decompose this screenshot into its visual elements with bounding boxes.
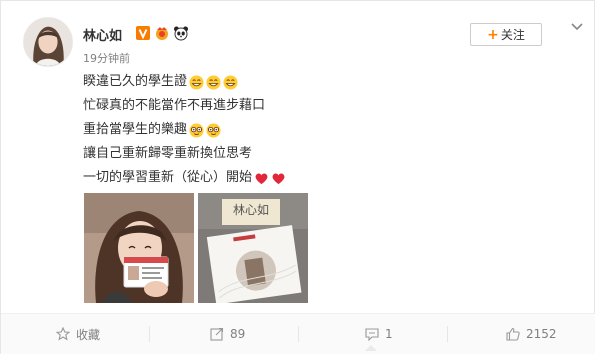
like-count: 2152 (526, 327, 557, 341)
like-button[interactable]: 2152 (506, 314, 557, 354)
author-badges (135, 25, 189, 41)
post-line-text: 讓自己重新歸零重新換位思考 (83, 146, 253, 161)
nerd-emoji-icon (206, 122, 221, 138)
panda-icon[interactable] (173, 25, 189, 41)
post-line: 一切的學習重新（從心）開始 (83, 166, 286, 190)
follow-label: 关注 (500, 28, 525, 42)
weibo-post-card: 林心如 19分钟前 + 关注 睽違已久的學生證 忙碌真的不能當作不再進步藉口 重… (0, 0, 595, 354)
comment-indicator-arrow (365, 345, 377, 351)
nerd-emoji-icon (189, 122, 204, 138)
avatar-image (24, 18, 72, 66)
post-timestamp[interactable]: 19分钟前 (83, 50, 130, 66)
photo-caption-text: 林心如 (232, 203, 269, 217)
author-name[interactable]: 林心如 (83, 25, 122, 44)
comment-icon (365, 328, 379, 341)
divider (447, 326, 448, 342)
comment-count: 1 (385, 327, 393, 341)
verified-v-icon[interactable] (135, 25, 151, 41)
star-icon (56, 327, 70, 341)
post-line-text: 忙碌真的不能當作不再進步藉口 (83, 98, 266, 113)
post-line: 忙碌真的不能當作不再進步藉口 (83, 94, 286, 118)
author-avatar[interactable] (23, 17, 73, 67)
post-line: 睽違已久的學生證 (83, 70, 286, 94)
repost-count: 89 (230, 327, 246, 341)
selfie-image (84, 193, 194, 303)
grin-emoji-icon (206, 74, 221, 90)
post-line-text: 睽違已久的學生證 (83, 74, 188, 89)
repost-button[interactable]: 89 (210, 314, 245, 354)
post-line: 重拾當學生的樂趣 (83, 118, 286, 142)
post-text: 睽違已久的學生證 忙碌真的不能當作不再進步藉口 重拾當學生的樂趣 讓自己重新歸零… (83, 70, 286, 190)
chevron-down-icon[interactable] (568, 20, 586, 34)
post-line-text: 重拾當學生的樂趣 (83, 122, 188, 137)
post-line: 讓自己重新歸零重新換位思考 (83, 142, 286, 166)
post-photo-selfie[interactable] (84, 193, 194, 303)
repost-icon (210, 327, 224, 341)
follow-button[interactable]: + 关注 (470, 23, 542, 46)
favorite-label: 收藏 (76, 327, 101, 342)
thumbs-up-icon (506, 327, 520, 341)
divider (298, 326, 299, 342)
heart-icon (272, 173, 285, 184)
post-line-text: 一切的學習重新（從心）開始 (83, 170, 253, 185)
action-bar: 收藏 89 1 2152 (1, 314, 595, 354)
vip-icon[interactable] (154, 25, 170, 41)
divider (149, 326, 150, 342)
plus-icon: + (487, 26, 499, 43)
favorite-button[interactable]: 收藏 (56, 314, 100, 354)
grin-emoji-icon (189, 74, 204, 90)
post-photo-books[interactable]: 林心如 (198, 193, 308, 303)
grin-emoji-icon (223, 74, 238, 90)
heart-icon (255, 173, 268, 184)
